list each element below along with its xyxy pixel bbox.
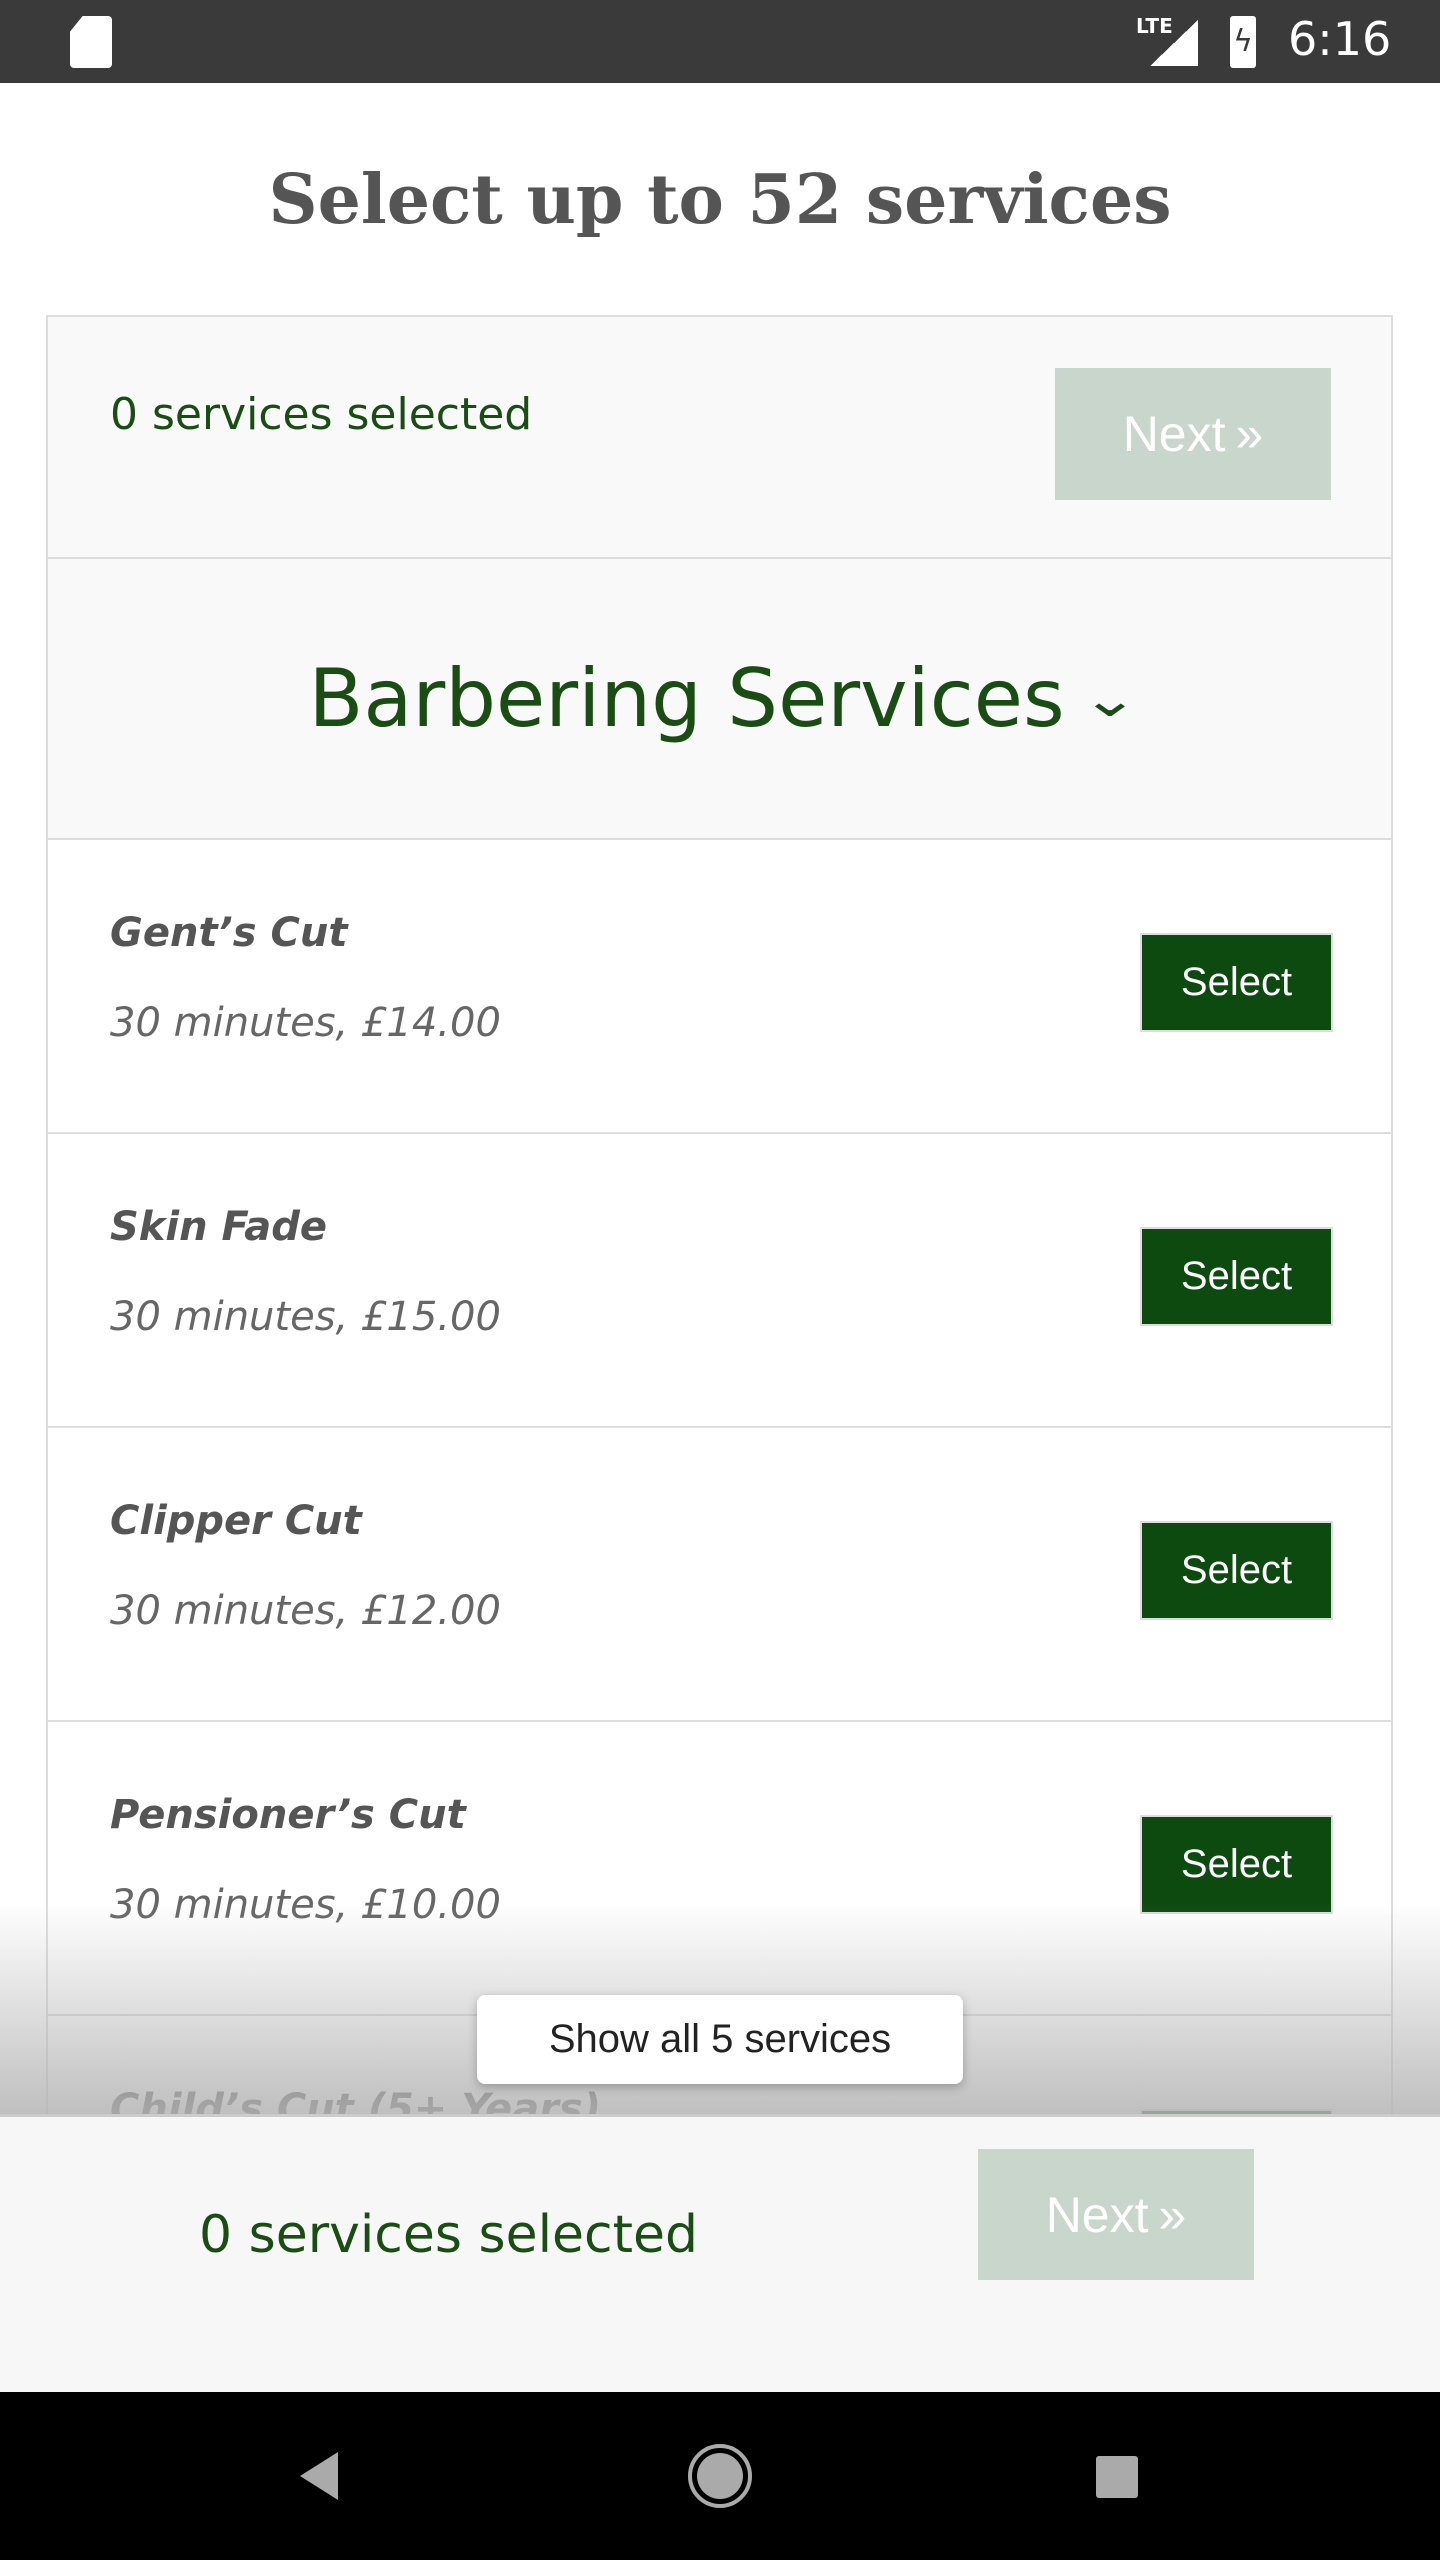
page-title: Select up to 52 services xyxy=(268,160,1172,240)
chevron-down-icon: ⌄ xyxy=(1080,669,1139,728)
services-card: 0 services selected Next» Barbering Serv… xyxy=(46,315,1393,2115)
service-name: Skin Fade xyxy=(110,1204,328,1250)
back-icon[interactable] xyxy=(300,2452,338,2500)
select-button[interactable]: Select xyxy=(1140,1815,1333,1914)
service-details: 30 minutes, £15.00 xyxy=(110,1294,501,1340)
selected-count: 0 services selected xyxy=(110,389,533,440)
select-button[interactable]: Select xyxy=(1140,1521,1333,1620)
status-bar: LTE ϟ 6:16 xyxy=(0,0,1440,83)
service-item: Gent’s Cut 30 minutes, £14.00 Select xyxy=(48,840,1391,1134)
footer-selected-count: 0 services selected xyxy=(199,2205,699,2265)
battery-charging-icon: ϟ xyxy=(1230,16,1256,68)
select-button[interactable]: Select xyxy=(1140,933,1333,1032)
service-item: Clipper Cut 30 minutes, £12.00 Select xyxy=(48,1428,1391,1722)
category-title: Barbering Services xyxy=(308,652,1065,745)
double-chevron-right-icon: » xyxy=(1235,406,1264,462)
selection-summary: 0 services selected Next» xyxy=(48,317,1391,559)
service-name: Gent’s Cut xyxy=(110,910,348,956)
recents-icon[interactable] xyxy=(1096,2456,1138,2498)
sd-card-icon xyxy=(70,16,112,68)
footer-next-button[interactable]: Next» xyxy=(978,2149,1254,2280)
service-details: 30 minutes, £14.00 xyxy=(110,1000,501,1046)
next-label: Next xyxy=(1122,406,1226,462)
home-icon[interactable] xyxy=(688,2444,752,2508)
next-label: Next xyxy=(1045,2186,1149,2243)
category-header-barbering[interactable]: Barbering Services ⌄ xyxy=(48,559,1391,840)
double-chevron-right-icon: » xyxy=(1158,2186,1187,2243)
sticky-footer: 0 services selected Next» xyxy=(0,2114,1440,2392)
show-all-services-button[interactable]: Show all 5 services xyxy=(477,1995,963,2084)
service-item: Skin Fade 30 minutes, £15.00 Select xyxy=(48,1134,1391,1428)
signal-icon xyxy=(1150,20,1198,66)
service-name: Clipper Cut xyxy=(110,1498,362,1544)
next-button[interactable]: Next» xyxy=(1055,368,1331,500)
clock: 6:16 xyxy=(1288,12,1392,66)
select-button[interactable]: Select xyxy=(1140,1227,1333,1326)
service-name: Pensioner’s Cut xyxy=(110,1792,466,1838)
service-details: 30 minutes, £12.00 xyxy=(110,1588,501,1634)
